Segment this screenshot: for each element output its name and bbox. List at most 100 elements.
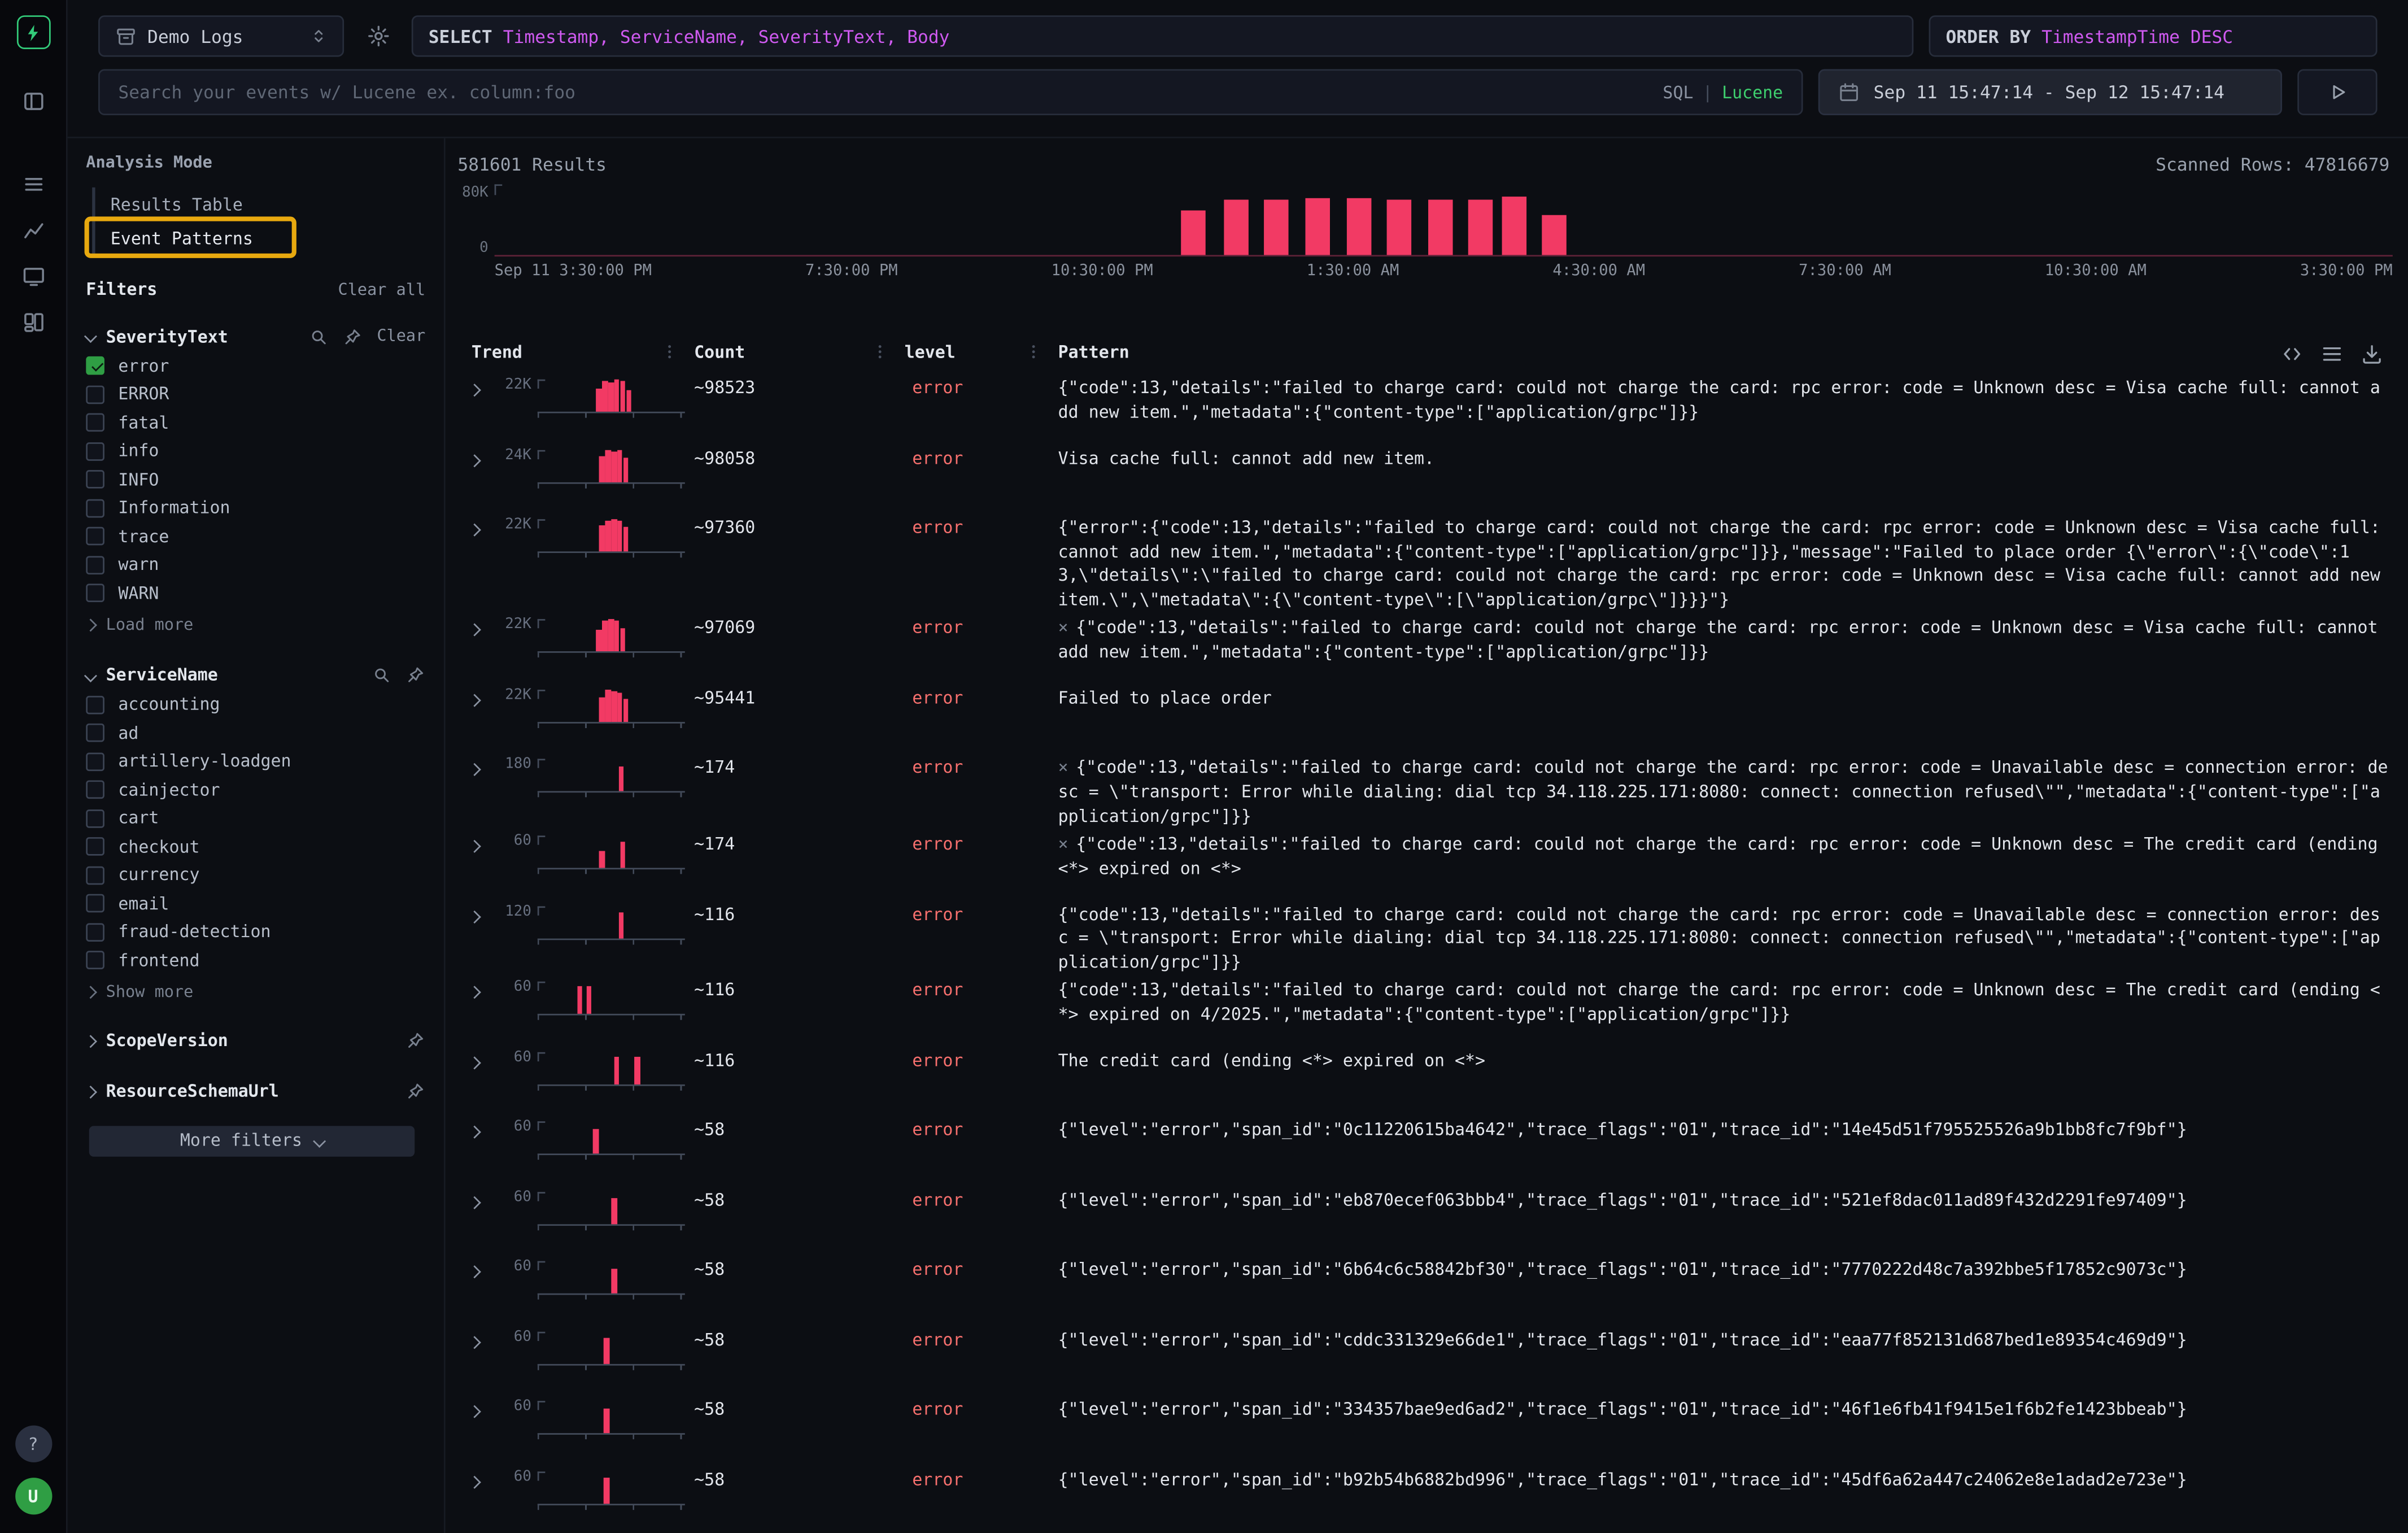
run-query-button[interactable] xyxy=(2297,69,2377,115)
histogram-bar[interactable] xyxy=(1305,198,1330,255)
code-view-icon[interactable] xyxy=(2280,342,2304,365)
download-icon[interactable] xyxy=(2361,342,2384,365)
checkbox[interactable] xyxy=(86,527,104,546)
table-row[interactable]: 60~58error{"level":"error","span_id":"6b… xyxy=(455,1254,2393,1324)
table-row[interactable]: 22K~97069error×{"code":13,"details":"fai… xyxy=(455,612,2393,682)
column-header-trend[interactable]: Trend xyxy=(472,342,522,362)
table-row[interactable]: 24K~98058errorVisa cache full: cannot ad… xyxy=(455,442,2393,512)
pin-icon[interactable] xyxy=(343,326,363,346)
filter-option[interactable]: ad xyxy=(86,719,425,747)
expand-icon[interactable] xyxy=(468,1476,481,1489)
column-header-count[interactable]: Count xyxy=(694,342,745,362)
expand-icon[interactable] xyxy=(468,524,481,537)
expand-icon[interactable] xyxy=(468,1126,481,1139)
severity-load-more[interactable]: Load more xyxy=(86,611,425,638)
histogram-bar[interactable] xyxy=(1542,215,1567,255)
histogram-bar[interactable] xyxy=(1223,200,1248,255)
checkbox[interactable] xyxy=(86,413,104,432)
expand-icon[interactable] xyxy=(468,1266,481,1279)
checkbox[interactable] xyxy=(86,442,104,461)
table-row[interactable]: 60~58error{"level":"error","span_id":"cd… xyxy=(455,1324,2393,1394)
filter-option[interactable]: cainjector xyxy=(86,776,425,804)
checkbox[interactable] xyxy=(86,556,104,574)
mode-event-patterns[interactable]: Event Patterns xyxy=(92,221,425,255)
expand-icon[interactable] xyxy=(468,384,481,397)
service-show-more[interactable]: Show more xyxy=(86,978,425,1005)
row-density-icon[interactable] xyxy=(2320,342,2344,365)
histogram-bar[interactable] xyxy=(1468,199,1493,255)
kebab-menu-icon[interactable] xyxy=(871,341,889,363)
filter-option[interactable]: fraud-detection xyxy=(86,918,425,946)
sidebar-toggle-icon[interactable] xyxy=(15,83,51,120)
checkbox[interactable] xyxy=(86,695,104,714)
pin-icon[interactable] xyxy=(405,1081,425,1101)
kebab-menu-icon[interactable] xyxy=(1024,341,1043,363)
table-row[interactable]: 60~58error{"level":"error","span_id":"33… xyxy=(455,1394,2393,1464)
expand-icon[interactable] xyxy=(468,910,481,923)
severity-clear-button[interactable]: Clear xyxy=(377,327,425,346)
expand-icon[interactable] xyxy=(468,624,481,637)
language-toggle[interactable]: SQL | Lucene xyxy=(1663,82,1783,102)
expand-icon[interactable] xyxy=(468,1196,481,1209)
checkbox[interactable] xyxy=(86,724,104,743)
expand-icon[interactable] xyxy=(468,694,481,707)
checkbox[interactable] xyxy=(86,584,104,603)
table-row[interactable]: 60~116errorThe credit card (ending <*> e… xyxy=(455,1044,2393,1114)
expand-icon[interactable] xyxy=(468,1406,481,1419)
lucene-mode-option[interactable]: Lucene xyxy=(1722,82,1783,102)
filter-option[interactable]: email xyxy=(86,890,425,918)
checkbox[interactable] xyxy=(86,781,104,799)
checkbox[interactable] xyxy=(86,951,104,970)
checkbox[interactable] xyxy=(86,809,104,828)
histogram-bar[interactable] xyxy=(1428,199,1453,255)
filter-option[interactable]: trace xyxy=(86,522,425,551)
column-header-pattern[interactable]: Pattern xyxy=(1058,342,1129,362)
histogram-bar[interactable] xyxy=(1181,211,1206,255)
filter-option[interactable]: currency xyxy=(86,861,425,889)
nav-logs-icon[interactable] xyxy=(15,166,51,203)
kebab-menu-icon[interactable] xyxy=(660,341,679,363)
table-row[interactable]: 22K~98523error{"code":13,"details":"fail… xyxy=(455,372,2393,442)
checkbox[interactable] xyxy=(86,752,104,771)
filter-section-scopeversion[interactable]: ScopeVersion xyxy=(86,1025,425,1056)
search-icon[interactable] xyxy=(309,326,329,346)
histogram-bar[interactable] xyxy=(1347,198,1372,255)
clear-all-button[interactable]: Clear all xyxy=(338,280,426,299)
search-icon[interactable] xyxy=(372,665,391,685)
table-row[interactable]: 180~174error×{"code":13,"details":"faile… xyxy=(455,752,2393,828)
filter-option[interactable]: ERROR xyxy=(86,380,425,408)
expand-icon[interactable] xyxy=(468,1056,481,1069)
checkbox[interactable] xyxy=(86,385,104,404)
source-select[interactable]: Demo Logs xyxy=(98,15,344,56)
pin-icon[interactable] xyxy=(405,665,425,685)
order-by-input[interactable]: ORDER BY TimestampTime DESC xyxy=(1929,15,2378,56)
filter-option[interactable]: checkout xyxy=(86,833,425,861)
user-avatar[interactable]: U xyxy=(15,1478,51,1514)
severity-section-header[interactable]: SeverityText Clear xyxy=(86,321,425,351)
filter-option[interactable]: INFO xyxy=(86,465,425,494)
table-row[interactable]: 60~58error{"level":"error","span_id":"0c… xyxy=(455,1114,2393,1184)
filter-section-resourceschemaurl[interactable]: ResourceSchemaUrl xyxy=(86,1076,425,1107)
help-button[interactable]: ? xyxy=(15,1426,51,1462)
checkbox[interactable] xyxy=(86,838,104,856)
nav-dashboard-icon[interactable] xyxy=(15,258,51,295)
date-range-picker[interactable]: Sep 11 15:47:14 - Sep 12 15:47:14 xyxy=(1818,69,2282,115)
app-logo-icon[interactable] xyxy=(16,15,50,49)
search-bar[interactable]: SQL | Lucene xyxy=(98,69,1803,115)
histogram-bar[interactable] xyxy=(1263,199,1288,255)
checkbox[interactable] xyxy=(86,923,104,942)
filter-option[interactable]: accounting xyxy=(86,690,425,718)
filter-option[interactable]: WARN xyxy=(86,579,425,607)
service-section-header[interactable]: ServiceName xyxy=(86,660,425,690)
table-row[interactable]: 22K~95441errorFailed to place order xyxy=(455,682,2393,752)
histogram-plot[interactable] xyxy=(495,184,2393,256)
nav-alerts-icon[interactable] xyxy=(15,304,51,341)
mode-results-table[interactable]: Results Table xyxy=(92,188,425,221)
expand-icon[interactable] xyxy=(468,764,481,777)
checkbox[interactable] xyxy=(86,471,104,489)
checkbox[interactable] xyxy=(86,357,104,376)
column-header-level[interactable]: level xyxy=(905,342,956,362)
sql-mode-option[interactable]: SQL xyxy=(1663,82,1693,102)
more-filters-button[interactable]: More filters xyxy=(89,1125,415,1156)
checkbox[interactable] xyxy=(86,866,104,885)
